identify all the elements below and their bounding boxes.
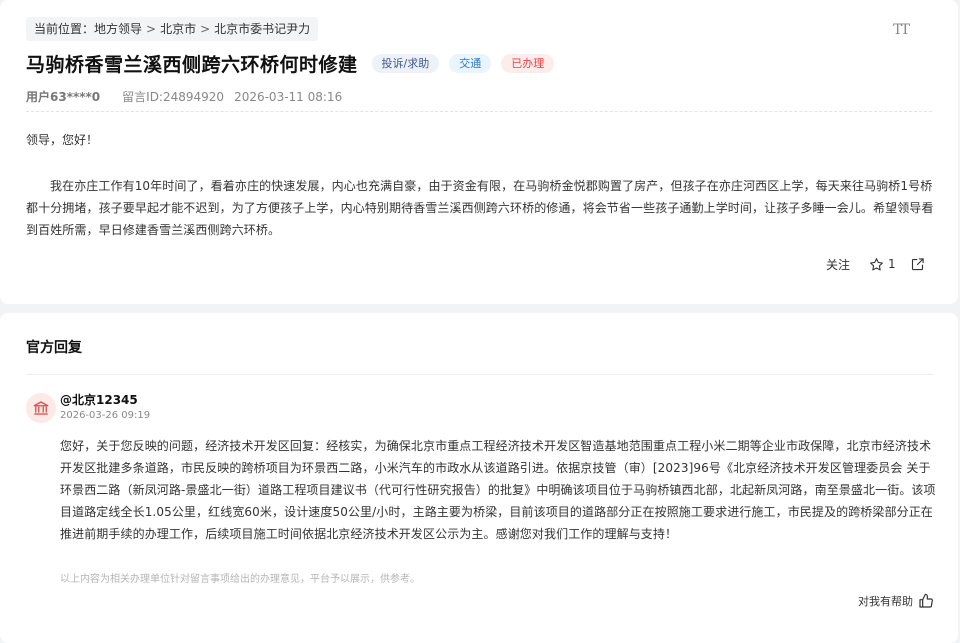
divider xyxy=(26,111,932,112)
message-body: 我在亦庄工作有10年时间了，看着亦庄的快速发展，内心也充满自豪，由于资金有限，在… xyxy=(26,179,934,237)
message-meta: 用户63****0 留言ID:24894920 2026-03-11 08:16 xyxy=(26,88,342,105)
reply-body: 您好，关于您反映的问题，经济技术开发区回复：经核实，为确保北京市重点工程经济技术… xyxy=(60,439,936,541)
star-icon xyxy=(870,257,883,270)
breadcrumb-separator: > xyxy=(200,22,211,36)
message-id: 留言ID:24894920 xyxy=(122,90,225,104)
category-tag: 投诉/求助 xyxy=(371,53,440,73)
message-card: 当前位置：地方领导 > 北京市 > 北京市委书记尹力 TT 马驹桥香雪兰溪西侧跨六环桥何… xyxy=(0,0,958,304)
topic-tag: 交通 xyxy=(449,53,492,73)
message-greeting: 领导，您好！ xyxy=(26,133,99,147)
breadcrumb-label: 当前位置： xyxy=(34,22,95,36)
helpful-button[interactable]: 对我有帮助 xyxy=(858,592,934,610)
section-title: 官方回复 xyxy=(26,340,82,356)
author-name: 用户63****0 xyxy=(26,90,101,104)
breadcrumb-item-beijing[interactable]: 北京市 xyxy=(160,22,196,36)
message-datetime: 2026-03-11 08:16 xyxy=(234,90,343,104)
follow-button[interactable]: 关注 xyxy=(826,256,850,273)
thumbs-up-icon xyxy=(919,593,933,608)
breadcrumb-separator: > xyxy=(146,22,157,36)
government-building-icon xyxy=(33,401,49,415)
helpful-label: 对我有帮助 xyxy=(858,595,913,608)
message-actions: 关注 1 xyxy=(826,254,925,274)
like-button[interactable]: 1 xyxy=(869,257,896,272)
reply-datetime: 2026-03-26 09:19 xyxy=(60,410,151,421)
replier-name: @北京12345 xyxy=(60,393,138,407)
breadcrumb: 当前位置：地方领导 > 北京市 > 北京市委书记尹力 xyxy=(26,17,319,41)
disclaimer: 以上内容为相关办理单位针对留言事项给出的办理意见，平台予以展示，供参考。 xyxy=(60,574,420,585)
breadcrumb-item-secretary[interactable]: 北京市委书记尹力 xyxy=(214,22,310,36)
like-count: 1 xyxy=(888,257,896,271)
breadcrumb-item-local-leaders[interactable]: 地方领导 xyxy=(94,22,142,36)
font-size-icon[interactable]: TT xyxy=(893,22,915,38)
title-row: 马驹桥香雪兰溪西侧跨六环桥何时修建 投诉/求助 交通 已办理 xyxy=(26,50,555,76)
status-badge: 已办理 xyxy=(501,53,555,73)
share-icon xyxy=(911,257,924,270)
share-button[interactable] xyxy=(910,257,925,272)
avatar xyxy=(26,393,56,423)
page-title: 马驹桥香雪兰溪西侧跨六环桥何时修建 xyxy=(26,53,358,76)
divider xyxy=(26,374,934,375)
